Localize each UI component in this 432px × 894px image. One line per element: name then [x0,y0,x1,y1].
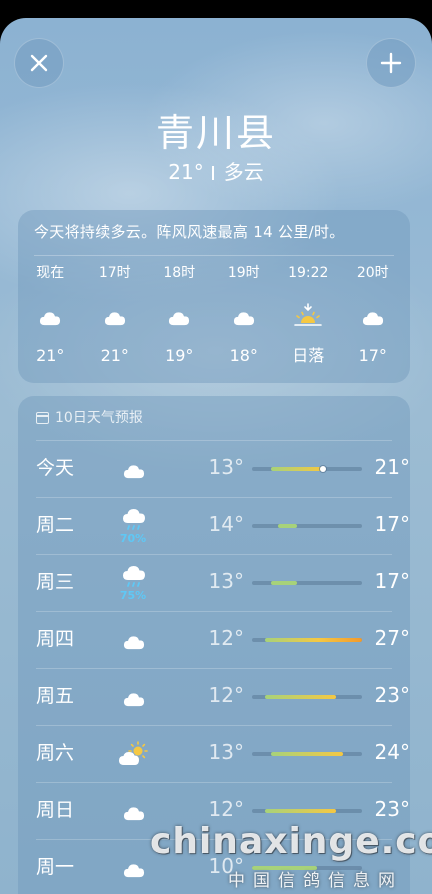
hourly-item: 17时 21° [83,262,148,366]
watermark-subtext: 中国信鸽信息网 [228,871,403,891]
hourly-temperature: 日落 [292,346,325,365]
sunset-icon [276,298,341,334]
day-label: 周四 [36,628,75,650]
hourly-item: 19:22 日落 [276,262,341,366]
cloud-icon [116,793,152,829]
marker-layer [252,466,362,472]
cloud-icon [341,298,406,334]
separator [211,166,214,180]
low-temperature: 12° [208,626,244,650]
temperature-range-fill [264,809,337,813]
day-label: 周三 [36,571,75,593]
high-temperature: 23° [374,683,410,707]
day-label: 周六 [36,742,75,764]
hourly-time: 18时 [163,265,196,281]
hourly-temperature: 18° [229,346,258,365]
hourly-list[interactable]: 现在 21° 17时 21° 18时 19° 19时 18° 19:22 日落 20时 17° [18,262,410,366]
low-temperature: 13° [208,455,244,479]
hourly-item: 18时 19° [147,262,212,366]
hourly-temperature: 21° [100,346,129,365]
temperature-range-bar [252,752,362,756]
cloud-icon [116,850,152,886]
current-conditions: 21° 多云 [0,158,432,186]
close-button[interactable] [14,38,64,88]
hourly-time: 现在 [36,265,65,281]
high-temperature: 24° [374,740,410,764]
partly-sunny-icon [116,736,152,772]
temperature-range-bar [252,581,362,585]
close-icon [30,54,48,72]
cloud-icon [83,298,148,334]
cloud-icon [18,298,83,334]
temperature-range-bar [252,809,362,813]
day-label: 周二 [36,514,75,536]
daily-row[interactable]: 周五 12° 23° [36,668,410,725]
watermark: chinaxinge.com [150,821,432,862]
hourly-item: 20时 17° [341,262,406,366]
hourly-forecast-card[interactable]: 今天将持续多云。阵风风速最高 14 公里/时。 现在 21° 17时 21° 18时 19… [18,210,410,383]
weather-sheet: 青川县 21° 多云 今天将持续多云。阵风风速最高 14 公里/时。 现在 21° 1… [0,18,432,894]
current-temp-marker [320,466,327,472]
hourly-time: 20时 [356,265,389,281]
temperature-range-fill [264,695,337,699]
high-temperature: 23° [374,797,410,821]
cloud-icon [116,622,152,658]
hourly-temperature: 19° [165,346,194,365]
plus-icon [380,52,402,74]
cloud-icon [116,451,152,487]
daily-row[interactable]: 今天 13° 21° [36,440,410,497]
temperature-range-bar [252,638,362,642]
cloud-icon [212,298,277,334]
low-temperature: 13° [208,569,244,593]
calendar-icon [36,412,49,424]
day-label: 周一 [36,856,75,878]
location-header: 青川县 21° 多云 [0,110,432,186]
temperature-range-fill [277,524,298,528]
low-temperature: 14° [208,512,244,536]
hourly-temperature: 17° [358,346,387,365]
divider [34,255,394,256]
high-temperature: 27° [374,626,410,650]
hourly-time: 19:22 [288,265,329,281]
temperature-range-fill [271,581,298,585]
daily-forecast-header: 10日天气预报 [18,396,410,428]
precipitation-chance: 75% [119,589,147,602]
cloud-icon [147,298,212,334]
high-temperature: 17° [374,512,410,536]
low-temperature: 13° [208,740,244,764]
low-temperature: 12° [208,683,244,707]
cloud-icon [116,679,152,715]
temperature-range-bar [252,695,362,699]
temperature-range-fill [264,638,362,642]
daily-row[interactable]: 周四 12° 27° [36,611,410,668]
hourly-time: 17时 [98,265,131,281]
daily-row[interactable]: 周六 13° 24° [36,725,410,782]
hourly-time: 19时 [227,265,260,281]
day-label: 周五 [36,685,75,707]
precipitation-chance: 70% [119,532,147,545]
current-temperature: 21° [168,160,204,184]
day-label: 今天 [36,457,75,479]
daily-forecast-card[interactable]: 10日天气预报 今天 13° 21° 周二 70% 14° 17° 周三 75% 13° 17° 周四… [18,396,410,894]
forecast-summary: 今天将持续多云。阵风风速最高 14 公里/时。 [34,223,345,241]
day-label: 周日 [36,799,75,821]
add-button[interactable] [366,38,416,88]
high-temperature: 17° [374,569,410,593]
city-name: 青川县 [155,111,276,155]
low-temperature: 12° [208,797,244,821]
hourly-item: 19时 18° [212,262,277,366]
temperature-range-fill [271,752,343,756]
daily-forecast-title: 10日天气预报 [55,410,143,426]
temperature-range-bar [252,524,362,528]
daily-row[interactable]: 周二 70% 14° 17° [36,497,410,554]
hourly-temperature: 21° [36,346,65,365]
current-condition: 多云 [223,160,264,184]
daily-row[interactable]: 周三 75% 13° 17° [36,554,410,611]
high-temperature: 21° [374,455,410,479]
hourly-item: 现在 21° [18,262,83,366]
